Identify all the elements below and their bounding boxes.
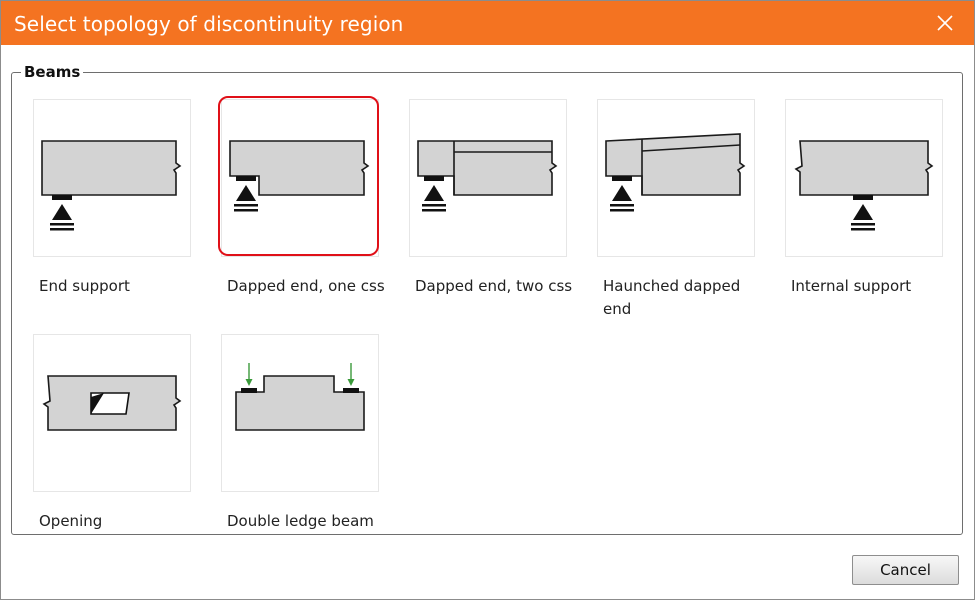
opening-icon	[33, 334, 191, 492]
tile-dapped-end-one-css[interactable]: Dapped end, one css	[221, 99, 385, 324]
dialog-title: Select topology of discontinuity region	[14, 12, 404, 36]
cancel-button[interactable]: Cancel	[852, 555, 959, 585]
internal-support-icon	[785, 99, 943, 257]
haunched-dapped-end-icon	[597, 99, 755, 257]
dapped-end-two-css-icon	[409, 99, 567, 257]
tile-internal-support[interactable]: Internal support	[785, 99, 945, 299]
title-bar: Select topology of discontinuity region	[1, 1, 974, 45]
tile-label: End support	[39, 277, 130, 295]
end-support-icon	[33, 99, 191, 257]
tile-label: Dapped end, one css	[227, 277, 385, 295]
dialog-window: Select topology of discontinuity region …	[0, 0, 975, 600]
double-ledge-beam-icon	[221, 334, 379, 492]
tile-double-ledge-beam[interactable]: Double ledge beam	[221, 334, 381, 534]
tile-label: Opening	[39, 512, 103, 530]
dapped-end-one-css-icon	[221, 99, 379, 257]
tile-label: Double ledge beam	[227, 512, 374, 530]
tile-label: Dapped end, two css	[415, 277, 573, 295]
tile-opening[interactable]: Opening	[33, 334, 193, 534]
close-icon[interactable]	[932, 10, 958, 36]
tile-haunched-dapped-end[interactable]: Haunched dapped end	[597, 99, 757, 324]
tile-end-support[interactable]: End support	[33, 99, 193, 299]
tile-dapped-end-two-css[interactable]: Dapped end, two css	[409, 99, 572, 324]
tile-label: Haunched dapped end	[603, 277, 741, 318]
group-title: Beams	[21, 61, 84, 83]
tile-label: Internal support	[791, 277, 912, 295]
